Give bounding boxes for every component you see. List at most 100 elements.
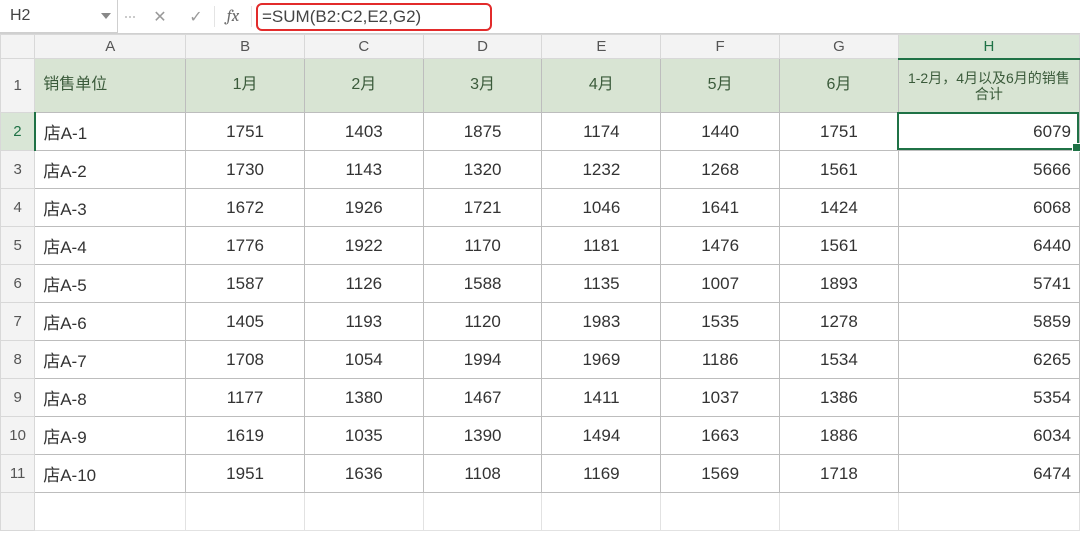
cell[interactable]: 1875 [423,113,542,151]
row-header[interactable]: 11 [1,455,35,493]
cell[interactable]: 1951 [186,455,305,493]
cell[interactable]: 1120 [423,303,542,341]
select-all-corner[interactable] [1,35,35,59]
cell[interactable]: 1893 [780,265,899,303]
row-header[interactable]: 8 [1,341,35,379]
name-box-dropdown-icon[interactable] [101,13,111,19]
cell[interactable]: 店A-3 [35,189,186,227]
cell[interactable]: 1983 [542,303,661,341]
cell[interactable]: 1386 [780,379,899,417]
cell[interactable]: 1232 [542,151,661,189]
cell[interactable]: 1278 [780,303,899,341]
cell[interactable] [661,493,780,531]
cell[interactable]: 1268 [661,151,780,189]
cell[interactable] [780,493,899,531]
cell[interactable]: 4月 [542,59,661,113]
column-header[interactable]: D [423,35,542,59]
cell[interactable]: 1718 [780,455,899,493]
cell[interactable]: 1969 [542,341,661,379]
cell[interactable]: 1126 [304,265,423,303]
row-header[interactable]: 5 [1,227,35,265]
row-header[interactable]: 3 [1,151,35,189]
name-box[interactable]: H2 [0,0,118,33]
cell[interactable]: 1494 [542,417,661,455]
cell[interactable]: 1169 [542,455,661,493]
fx-icon[interactable]: fx [215,0,251,33]
cell[interactable]: 5月 [661,59,780,113]
cell[interactable]: 1007 [661,265,780,303]
cell[interactable]: 5666 [898,151,1079,189]
cell[interactable]: 2月 [304,59,423,113]
cell[interactable]: 1708 [186,341,305,379]
cell[interactable]: 1174 [542,113,661,151]
cell[interactable]: 1037 [661,379,780,417]
row-header[interactable]: 9 [1,379,35,417]
column-header[interactable]: E [542,35,661,59]
cell[interactable]: 1721 [423,189,542,227]
column-header[interactable]: C [304,35,423,59]
cell[interactable]: 1135 [542,265,661,303]
cell[interactable]: 1561 [780,227,899,265]
cell[interactable]: 1926 [304,189,423,227]
cell[interactable]: 店A-1 [35,113,186,151]
cell[interactable]: 6474 [898,455,1079,493]
cell[interactable]: 1751 [780,113,899,151]
cell[interactable]: 1751 [186,113,305,151]
cell[interactable]: 1588 [423,265,542,303]
cell[interactable] [186,493,305,531]
cell[interactable]: 1424 [780,189,899,227]
cell[interactable]: 1994 [423,341,542,379]
cell[interactable] [304,493,423,531]
row-header[interactable]: 1 [1,59,35,113]
cell[interactable]: 1534 [780,341,899,379]
row-header[interactable]: 2 [1,113,35,151]
cell[interactable] [35,493,186,531]
cell[interactable]: 店A-6 [35,303,186,341]
cell[interactable]: 店A-5 [35,265,186,303]
cell[interactable]: 1467 [423,379,542,417]
cell[interactable]: 店A-8 [35,379,186,417]
cell[interactable]: 6440 [898,227,1079,265]
column-header[interactable]: F [661,35,780,59]
cell[interactable]: 1440 [661,113,780,151]
spreadsheet-grid[interactable]: ABCDEFGH 1 销售单位 1月 2月 3月 4月 5月 6月 1-2月，4… [0,34,1080,531]
cell[interactable]: 1380 [304,379,423,417]
cell[interactable]: 1108 [423,455,542,493]
cell[interactable]: 6034 [898,417,1079,455]
cell[interactable]: 1193 [304,303,423,341]
cell[interactable]: 销售单位 [35,59,186,113]
cell[interactable]: 店A-4 [35,227,186,265]
cell[interactable]: 1181 [542,227,661,265]
cell[interactable] [542,493,661,531]
cell[interactable]: 店A-2 [35,151,186,189]
cell[interactable]: 店A-10 [35,455,186,493]
cell[interactable]: 6068 [898,189,1079,227]
cell[interactable]: 1535 [661,303,780,341]
cell[interactable] [898,493,1079,531]
cell[interactable]: 1411 [542,379,661,417]
cell[interactable]: 1046 [542,189,661,227]
row-header[interactable]: 6 [1,265,35,303]
row-header[interactable] [1,493,35,531]
cell[interactable]: 1922 [304,227,423,265]
cell[interactable]: 1054 [304,341,423,379]
cell[interactable]: 1403 [304,113,423,151]
row-header[interactable]: 7 [1,303,35,341]
cell[interactable]: 6月 [780,59,899,113]
cell[interactable]: 1390 [423,417,542,455]
column-header[interactable]: G [780,35,899,59]
cell[interactable]: 1177 [186,379,305,417]
formula-input[interactable]: =SUM(B2:C2,E2,G2) [252,0,1080,33]
cell[interactable]: 店A-9 [35,417,186,455]
cell[interactable]: 1476 [661,227,780,265]
cell[interactable]: 1886 [780,417,899,455]
cell[interactable]: 1663 [661,417,780,455]
cell[interactable]: 1587 [186,265,305,303]
cell[interactable]: 5859 [898,303,1079,341]
cell[interactable]: 1776 [186,227,305,265]
cell[interactable]: 3月 [423,59,542,113]
cell[interactable]: 1170 [423,227,542,265]
cell[interactable] [423,493,542,531]
cancel-icon[interactable]: ✕ [142,0,178,33]
cell[interactable]: 1619 [186,417,305,455]
